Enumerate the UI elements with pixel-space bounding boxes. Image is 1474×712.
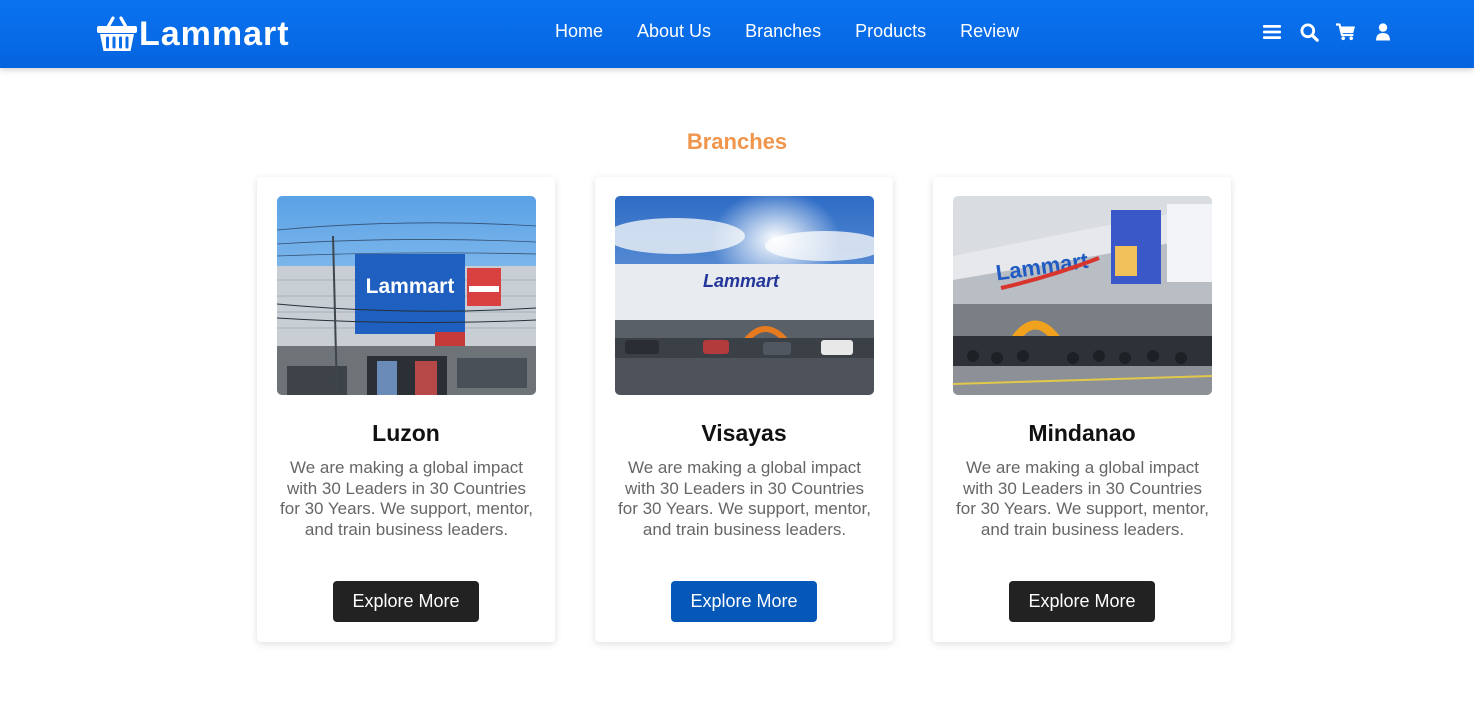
branch-title: Luzon bbox=[372, 420, 440, 446]
brand-name: Lammart bbox=[139, 14, 290, 53]
explore-more-button[interactable]: Explore More bbox=[1009, 581, 1155, 622]
nav-review[interactable]: Review bbox=[960, 20, 1019, 42]
branch-image-luzon: Lammart bbox=[277, 196, 536, 395]
branch-image-mindanao: Lammart bbox=[953, 196, 1212, 395]
main-nav: Home About Us Branches Products Review bbox=[555, 20, 1019, 42]
explore-more-button[interactable]: Explore More bbox=[671, 581, 817, 622]
section-title: Branches bbox=[686, 129, 788, 154]
branch-title: Mindanao bbox=[1028, 420, 1136, 446]
basket-icon bbox=[97, 16, 137, 51]
nav-branches[interactable]: Branches bbox=[745, 20, 821, 42]
branch-description: We are making a global impact with 30 Le… bbox=[956, 458, 1209, 540]
user-icon[interactable] bbox=[1373, 22, 1393, 42]
branch-card-visayas: Lammart Visayas We are making a global i… bbox=[595, 177, 893, 642]
branch-title: Visayas bbox=[701, 420, 787, 446]
menu-icon[interactable] bbox=[1262, 22, 1282, 42]
branch-card-luzon: Lammart Luzon We are making a global imp… bbox=[257, 177, 555, 642]
cart-icon[interactable] bbox=[1336, 22, 1356, 42]
explore-more-button[interactable]: Explore More bbox=[333, 581, 479, 622]
nav-home[interactable]: Home bbox=[555, 20, 603, 42]
branch-description: We are making a global impact with 30 Le… bbox=[280, 458, 533, 540]
branch-description: We are making a global impact with 30 Le… bbox=[618, 458, 871, 540]
branch-card-mindanao: Lammart Mindanao We are making a global … bbox=[933, 177, 1231, 642]
search-icon[interactable] bbox=[1299, 22, 1319, 42]
brand-logo[interactable]: Lammart bbox=[96, 10, 290, 58]
svg-text:Lammart: Lammart bbox=[703, 271, 780, 291]
header-tools bbox=[1262, 22, 1393, 42]
branch-image-visayas: Lammart bbox=[615, 196, 874, 395]
nav-about-us[interactable]: About Us bbox=[637, 20, 711, 42]
svg-text:Lammart: Lammart bbox=[366, 275, 455, 298]
nav-products[interactable]: Products bbox=[855, 20, 926, 42]
site-header: Lammart Home About Us Branches Products … bbox=[0, 0, 1474, 68]
